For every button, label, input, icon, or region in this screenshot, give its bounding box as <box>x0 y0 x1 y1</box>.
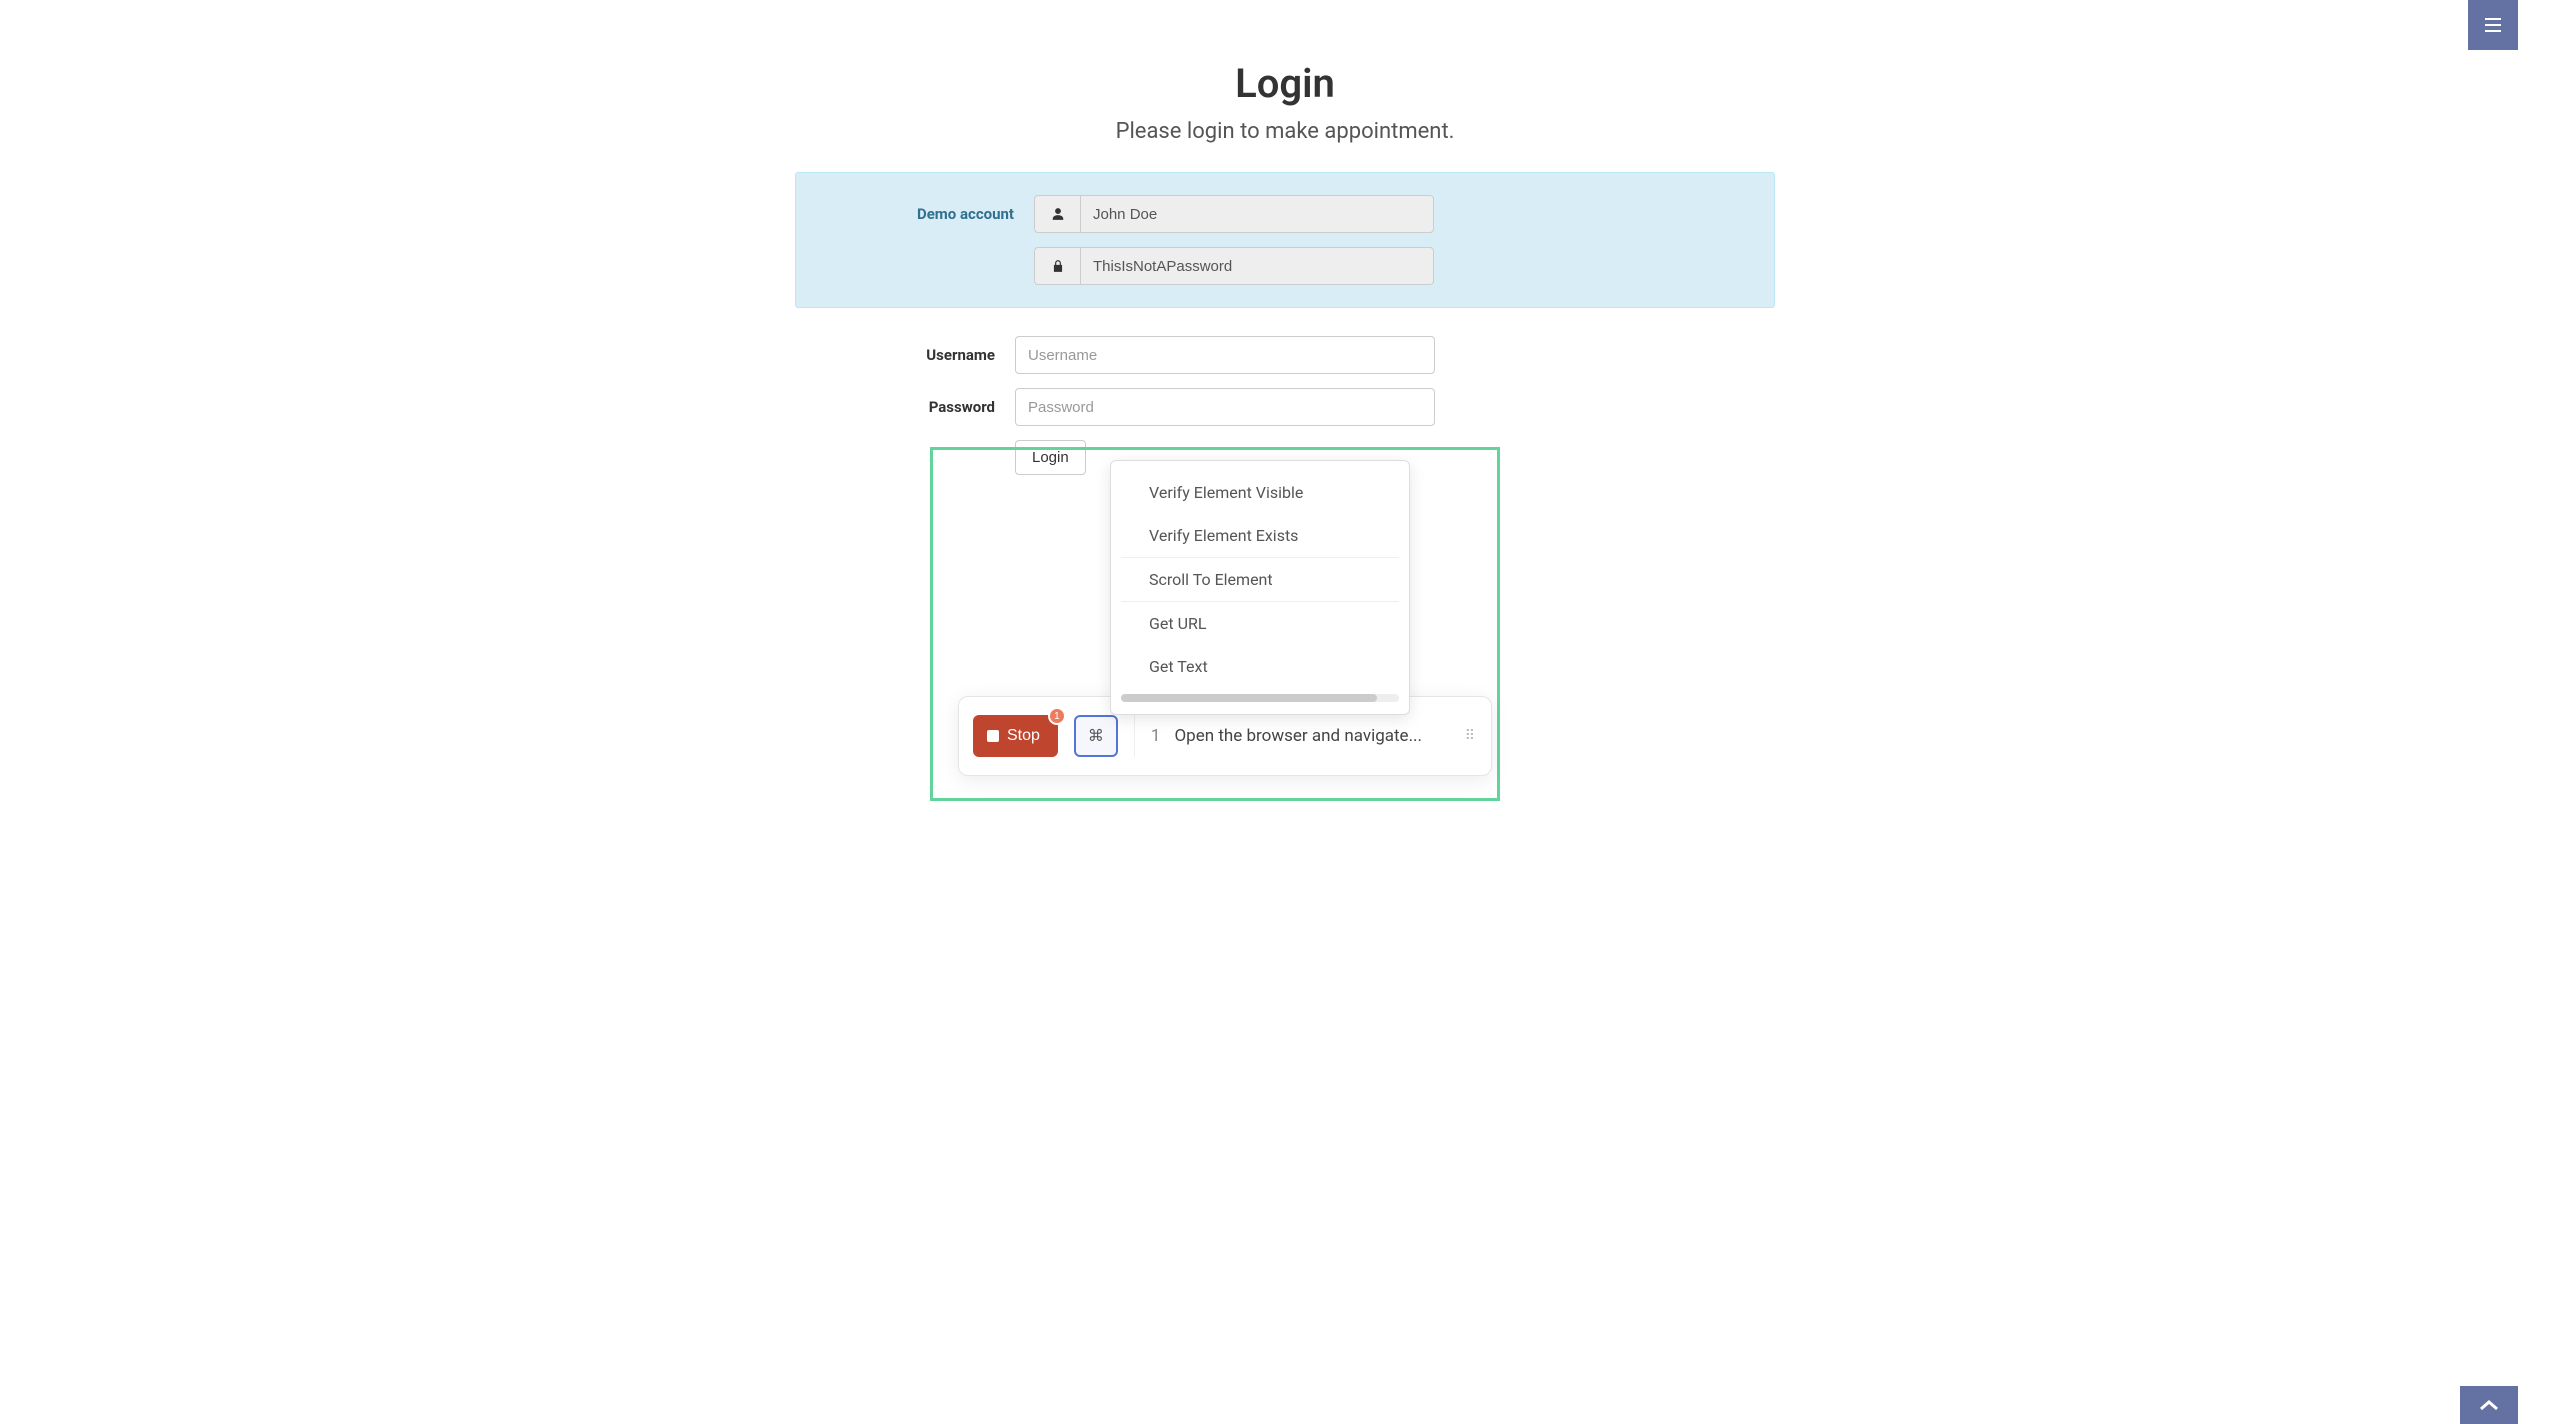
demo-password-group <box>1034 247 1434 285</box>
lock-icon <box>1034 247 1080 285</box>
command-icon: ⌘ <box>1088 726 1104 746</box>
stop-label: Stop <box>1007 727 1040 745</box>
step-text: Open the browser and navigate... <box>1174 726 1422 746</box>
action-menu: Verify Element Visible Verify Element Ex… <box>1110 460 1410 715</box>
username-label: Username <box>795 346 1015 364</box>
demo-username-group <box>1034 195 1434 233</box>
user-icon <box>1034 195 1080 233</box>
divider <box>1134 715 1135 757</box>
demo-username-field[interactable] <box>1080 195 1434 233</box>
command-button[interactable]: ⌘ <box>1074 715 1118 757</box>
drag-handle[interactable]: ⠿ <box>1465 728 1477 744</box>
password-input[interactable] <box>1015 388 1435 426</box>
chevron-up-icon <box>2479 1399 2499 1411</box>
menu-scroll-to[interactable]: Scroll To Element <box>1111 558 1409 601</box>
stop-button[interactable]: Stop 1 <box>973 715 1058 757</box>
demo-label: Demo account <box>814 205 1034 223</box>
username-input[interactable] <box>1015 336 1435 374</box>
page-title: Login <box>795 60 1775 107</box>
menu-scrollbar[interactable] <box>1121 694 1399 702</box>
page-lead: Please login to make appointment. <box>795 119 1775 144</box>
demo-account-panel: Demo account <box>795 172 1775 308</box>
step-display: 1 Open the browser and navigate... <box>1151 726 1449 746</box>
password-label: Password <box>795 398 1015 416</box>
step-number: 1 <box>1151 726 1161 746</box>
demo-password-field[interactable] <box>1080 247 1434 285</box>
menu-verify-exists[interactable]: Verify Element Exists <box>1111 514 1409 557</box>
hamburger-menu-button[interactable] <box>2468 0 2518 50</box>
menu-verify-visible[interactable]: Verify Element Visible <box>1111 471 1409 514</box>
stop-icon <box>987 730 999 742</box>
scroll-top-button[interactable] <box>2460 1386 2518 1424</box>
step-count-badge: 1 <box>1048 707 1066 725</box>
menu-get-text[interactable]: Get Text <box>1111 645 1409 688</box>
menu-get-url[interactable]: Get URL <box>1111 602 1409 645</box>
hamburger-icon <box>2485 18 2501 32</box>
login-button[interactable]: Login <box>1015 440 1086 475</box>
